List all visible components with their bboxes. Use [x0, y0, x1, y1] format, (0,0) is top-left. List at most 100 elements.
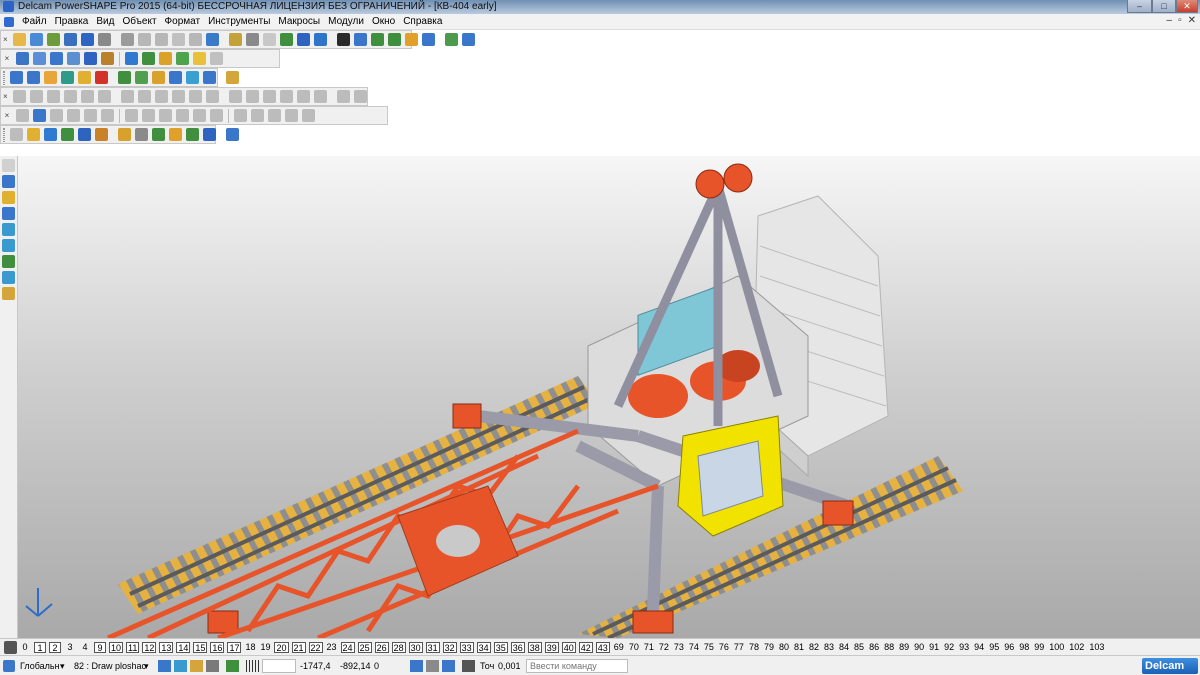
- toolbar-tool-icon[interactable]: [226, 71, 239, 84]
- level-button[interactable]: 103: [1088, 642, 1105, 653]
- toolbar-tool-icon[interactable]: [27, 71, 40, 84]
- workplane-dropdown-icon[interactable]: ▾: [60, 659, 65, 673]
- toolbar-tool-icon[interactable]: [262, 33, 276, 46]
- level-button[interactable]: 40: [561, 641, 576, 653]
- level-button[interactable]: 92: [943, 642, 955, 653]
- level-button[interactable]: 24: [340, 641, 355, 653]
- toolbar-tool-icon[interactable]: [61, 128, 74, 141]
- level-button[interactable]: 75: [703, 642, 715, 653]
- level-button[interactable]: 84: [838, 642, 850, 653]
- toolbar-tool-icon[interactable]: [285, 109, 298, 122]
- toolbar-tool-icon[interactable]: [10, 71, 23, 84]
- grid-field[interactable]: [262, 659, 296, 673]
- menu-macros[interactable]: Макросы: [274, 16, 324, 27]
- toolbar-tool-icon[interactable]: [120, 33, 134, 46]
- level-button[interactable]: 9: [94, 641, 106, 653]
- menu-modules[interactable]: Модули: [324, 16, 368, 27]
- object-tool-icon[interactable]: [2, 159, 15, 172]
- toolbar-tool-icon[interactable]: [296, 33, 310, 46]
- level-visibility-icon[interactable]: [4, 640, 17, 654]
- level-button[interactable]: 0: [19, 642, 31, 653]
- level-button[interactable]: 72: [658, 642, 670, 653]
- level-button[interactable]: 91: [928, 642, 940, 653]
- calculator-icon[interactable]: [426, 660, 439, 672]
- toolbar-tool-icon[interactable]: [152, 71, 165, 84]
- toolbar-tool-icon[interactable]: [171, 33, 185, 46]
- level-button[interactable]: 76: [718, 642, 730, 653]
- toolbar-close-button[interactable]: ×: [3, 35, 8, 44]
- toolbar-tool-icon[interactable]: [63, 33, 77, 46]
- level-button[interactable]: 77: [733, 642, 745, 653]
- workplane-toggle-icon[interactable]: [442, 660, 455, 672]
- toolbar-tool-icon[interactable]: [268, 109, 281, 122]
- level-button[interactable]: 28: [391, 641, 406, 653]
- toolbar-tool-icon[interactable]: [205, 90, 219, 103]
- level-button[interactable]: 19: [259, 642, 271, 653]
- level-button[interactable]: 89: [898, 642, 910, 653]
- toolbar-tool-icon[interactable]: [279, 33, 293, 46]
- document-icon[interactable]: [4, 16, 14, 27]
- level-button[interactable]: 96: [1003, 642, 1015, 653]
- level-button[interactable]: 11: [126, 641, 140, 653]
- level-button[interactable]: 86: [868, 642, 880, 653]
- level-button[interactable]: 15: [193, 641, 208, 653]
- toolbar-tool-icon[interactable]: [169, 128, 182, 141]
- level-button[interactable]: 81: [793, 642, 805, 653]
- level-button[interactable]: 99: [1033, 642, 1045, 653]
- toolbar-tool-icon[interactable]: [176, 109, 189, 122]
- level-button[interactable]: 26: [374, 641, 389, 653]
- toolbar-tool-icon[interactable]: [12, 90, 26, 103]
- object-tool-icon[interactable]: [2, 191, 15, 204]
- menu-format[interactable]: Формат: [161, 16, 205, 27]
- toolbar-tool-icon[interactable]: [27, 128, 40, 141]
- level-button[interactable]: 73: [673, 642, 685, 653]
- level-button[interactable]: 2: [49, 641, 61, 653]
- level-button[interactable]: 4: [79, 642, 91, 653]
- level-button[interactable]: 32: [442, 641, 457, 653]
- relative-coords-icon[interactable]: [410, 660, 423, 672]
- level-button[interactable]: 14: [176, 641, 191, 653]
- level-button[interactable]: 79: [763, 642, 775, 653]
- level-button[interactable]: 38: [527, 641, 542, 653]
- level-button[interactable]: 35: [493, 641, 508, 653]
- doc-restore-button[interactable]: ▫: [1178, 15, 1182, 26]
- level-button[interactable]: 17: [227, 641, 242, 653]
- workplane-icon[interactable]: [3, 660, 15, 672]
- toolbar-grip[interactable]: [3, 127, 5, 142]
- toolbar-tool-icon[interactable]: [120, 90, 134, 103]
- level-button[interactable]: 30: [408, 641, 423, 653]
- toolbar-tool-icon[interactable]: [118, 71, 131, 84]
- toolbar-tool-icon[interactable]: [370, 33, 384, 46]
- menu-window[interactable]: Окно: [368, 16, 399, 27]
- close-button[interactable]: ✕: [1176, 0, 1198, 13]
- app-icon[interactable]: [3, 1, 14, 12]
- toolbar-tool-icon[interactable]: [154, 33, 168, 46]
- level-button[interactable]: 94: [973, 642, 985, 653]
- level-button[interactable]: 22: [308, 641, 323, 653]
- toolbar-tool-icon[interactable]: [137, 90, 151, 103]
- toolbar-close-button[interactable]: ×: [3, 92, 8, 101]
- toolbar-close-button[interactable]: ×: [3, 111, 11, 120]
- object-tool-icon[interactable]: [2, 271, 15, 284]
- object-tool-icon[interactable]: [2, 255, 15, 268]
- toolbar-tool-icon[interactable]: [245, 90, 259, 103]
- toolbar-tool-icon[interactable]: [228, 33, 242, 46]
- toolbar-tool-icon[interactable]: [169, 71, 182, 84]
- level-button[interactable]: 33: [459, 641, 474, 653]
- level-button[interactable]: 1: [34, 641, 46, 653]
- toolbar-tool-icon[interactable]: [125, 109, 138, 122]
- toolbar-tool-icon[interactable]: [46, 90, 60, 103]
- menu-object[interactable]: Объект: [118, 16, 160, 27]
- level-button[interactable]: 18: [244, 642, 256, 653]
- toolbar-tool-icon[interactable]: [353, 33, 367, 46]
- toolbar-tool-icon[interactable]: [421, 33, 435, 46]
- toolbar-close-button[interactable]: ×: [3, 54, 11, 63]
- level-button[interactable]: 74: [688, 642, 700, 653]
- level-button[interactable]: 3: [64, 642, 76, 653]
- minimize-button[interactable]: –: [1127, 0, 1152, 13]
- toolbar-tool-icon[interactable]: [159, 109, 172, 122]
- level-button[interactable]: 100: [1048, 642, 1065, 653]
- toolbar-tool-icon[interactable]: [97, 33, 111, 46]
- toolbar-tool-icon[interactable]: [44, 71, 57, 84]
- workplane-select[interactable]: Глобальн: [20, 659, 60, 673]
